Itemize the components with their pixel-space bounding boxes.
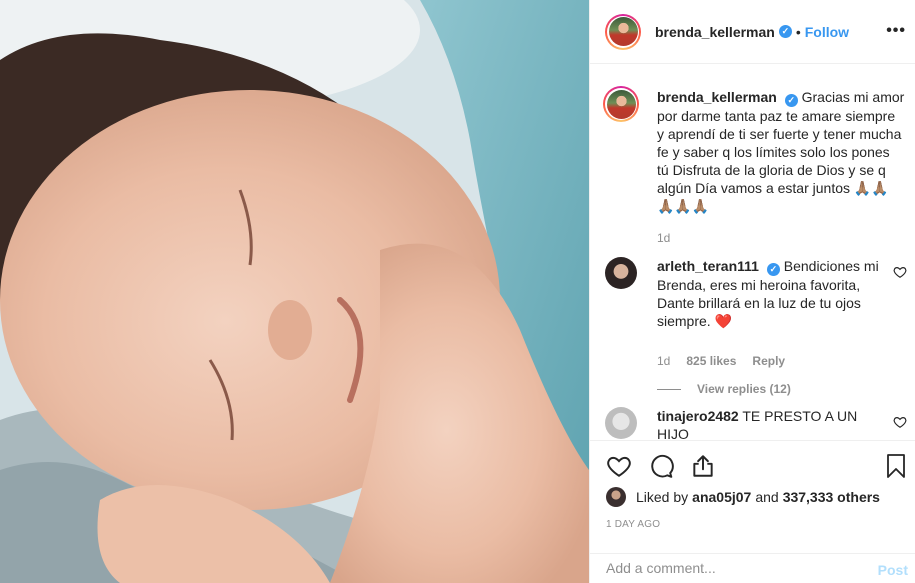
comment-time[interactable]: 1d: [657, 352, 670, 370]
bookmark-icon[interactable]: [884, 453, 908, 479]
reply-button[interactable]: Reply: [752, 352, 785, 370]
post-header: brenda_kellerman ✓ • Follow •••: [590, 0, 915, 64]
post-comment-button[interactable]: Post: [878, 562, 908, 578]
comment-likes[interactable]: 825 likes: [686, 352, 736, 370]
caption-avatar[interactable]: [603, 86, 639, 122]
liker-avatar[interactable]: [606, 487, 626, 507]
caption-time[interactable]: 1d: [657, 229, 670, 247]
like-heart-icon[interactable]: [606, 453, 632, 479]
caption-username[interactable]: brenda_kellerman: [657, 89, 777, 105]
caption-text: Gracias mi amor por darme tanta paz te a…: [657, 89, 905, 214]
commenter-username[interactable]: arleth_teran111: [657, 258, 759, 274]
post-timestamp[interactable]: 1 DAY AGO: [606, 519, 660, 530]
view-replies-label: View replies (12): [697, 382, 791, 396]
like-comment-heart-icon[interactable]: [893, 265, 907, 279]
liked-by-prefix: Liked by: [636, 489, 689, 505]
separator-dot: •: [795, 23, 801, 40]
follow-button[interactable]: Follow: [805, 24, 849, 40]
verified-badge-icon: ✓: [778, 25, 792, 38]
author-avatar-image: [608, 17, 638, 46]
comments-list[interactable]: brenda_kellerman ✓ Gracias mi amor por d…: [590, 65, 915, 439]
sleeping-newborn-illustration: [0, 0, 589, 583]
add-comment-input[interactable]: [606, 560, 846, 576]
post-actions: Liked by ana05j07 and 337,333 others 1 D…: [590, 440, 915, 583]
add-comment-bar: Post: [590, 553, 915, 583]
commenter-avatar[interactable]: [605, 407, 637, 439]
likes-summary: Liked by ana05j07 and 337,333 others: [606, 487, 880, 507]
commenter-avatar[interactable]: [605, 257, 637, 289]
liked-by-others[interactable]: 337,333 others: [783, 489, 880, 505]
comment-item: arleth_teran111 ✓ Bendiciones mi Brenda,…: [605, 257, 907, 396]
view-replies-button[interactable]: View replies (12): [657, 382, 905, 396]
like-comment-heart-icon[interactable]: [893, 415, 907, 429]
more-options-icon[interactable]: •••: [886, 22, 906, 40]
commenter-username[interactable]: tinajero2482: [657, 408, 739, 424]
post-photo[interactable]: [0, 0, 589, 583]
verified-badge-icon: ✓: [766, 263, 780, 276]
caption: brenda_kellerman ✓ Gracias mi amor por d…: [603, 86, 905, 247]
liked-by-user[interactable]: ana05j07: [692, 489, 751, 505]
author-username[interactable]: brenda_kellerman: [655, 24, 775, 40]
replies-divider: [657, 388, 681, 390]
liked-by-connector: and: [755, 489, 779, 505]
verified-badge-icon: ✓: [784, 94, 798, 107]
comment-item: tinajero2482 TE PRESTO A UN HIJO: [605, 407, 907, 439]
post-side-panel: brenda_kellerman ✓ • Follow ••• brenda_k…: [589, 0, 915, 583]
comment-bubble-icon[interactable]: [648, 453, 674, 479]
share-icon[interactable]: [690, 453, 716, 479]
author-avatar[interactable]: [605, 13, 641, 50]
